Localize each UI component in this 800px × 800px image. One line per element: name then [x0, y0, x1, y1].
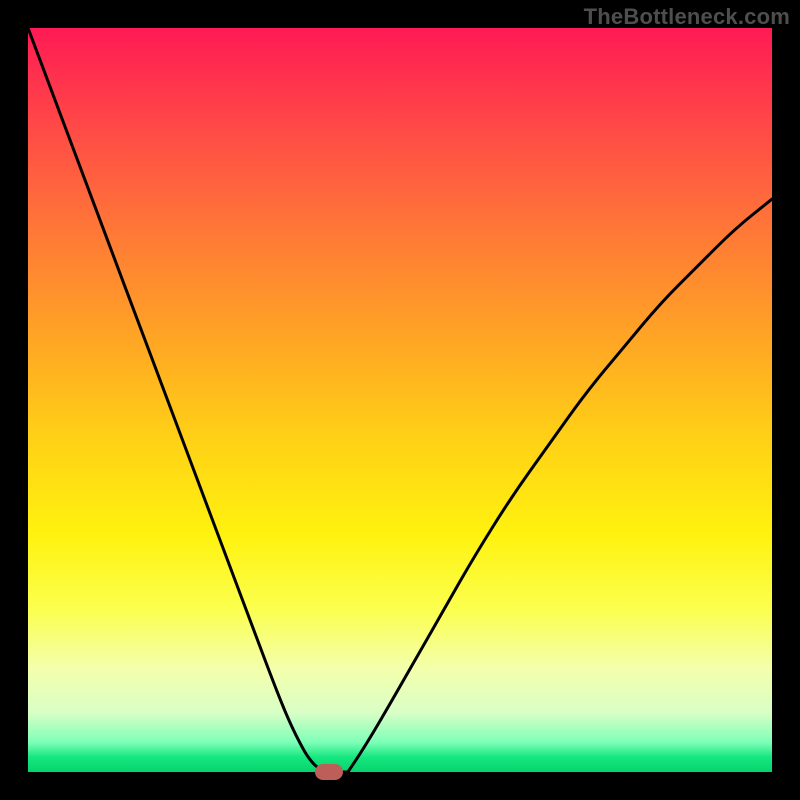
curve-path [28, 28, 772, 772]
chart-frame: TheBottleneck.com [0, 0, 800, 800]
watermark-text: TheBottleneck.com [584, 4, 790, 30]
plot-area [28, 28, 772, 772]
bottleneck-curve [28, 28, 772, 772]
minimum-marker [315, 764, 343, 780]
